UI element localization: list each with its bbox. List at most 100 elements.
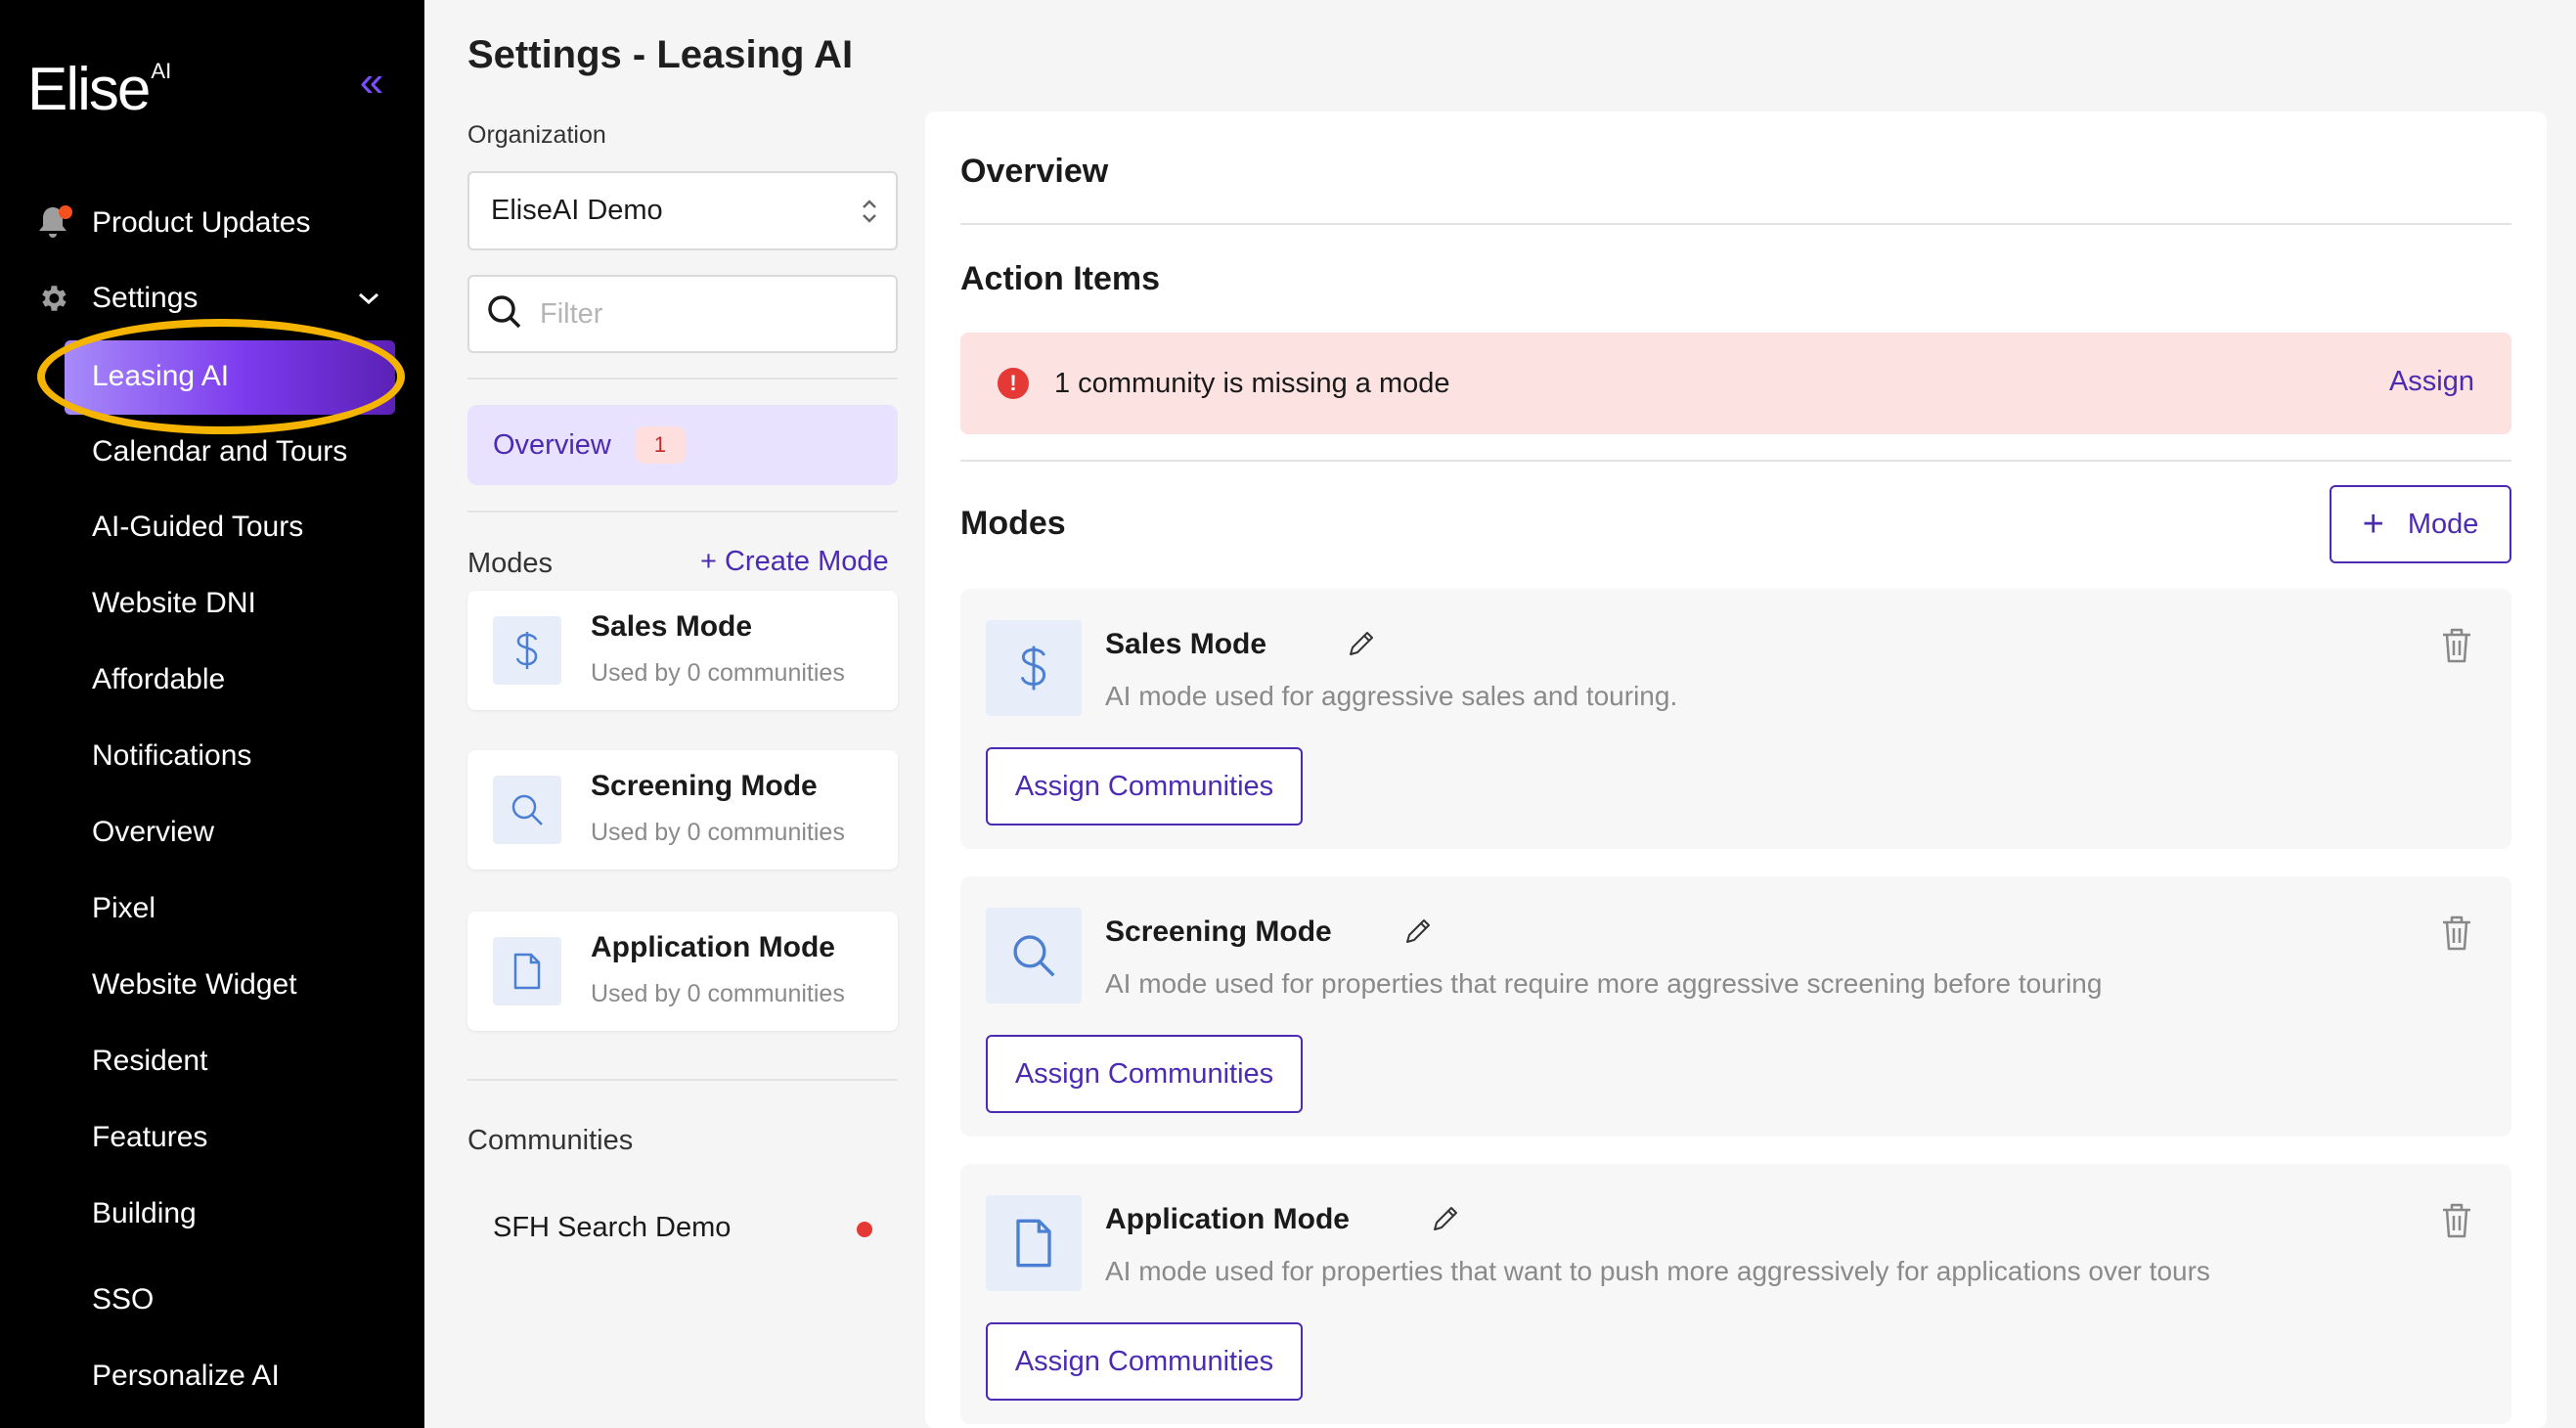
sidebar-item-features[interactable]: Features	[92, 1110, 207, 1165]
mode-title: Screening Mode	[591, 770, 818, 802]
assign-link[interactable]: Assign	[2389, 366, 2474, 398]
sidebar-item-label: Calendar and Tours	[92, 435, 348, 468]
settings-section-toggle[interactable]: Settings	[33, 271, 198, 326]
assign-communities-button[interactable]: Assign Communities	[986, 1035, 1303, 1113]
search-icon	[485, 292, 524, 336]
sidebar-item-label: Leasing AI	[92, 360, 230, 392]
divider	[960, 460, 2511, 462]
pencil-icon[interactable]	[1402, 915, 1436, 949]
sidebar-item-label: Website DNI	[92, 587, 256, 619]
modes-heading: Modes	[960, 505, 1066, 542]
sidebar-item-label: Pixel	[92, 892, 156, 924]
sidebar-item-website-dni[interactable]: Website DNI	[92, 576, 256, 631]
settings-label: Settings	[92, 282, 199, 314]
sidebar-item-label: AI-Guided Tours	[92, 511, 304, 543]
sidebar-item-personalize-ai[interactable]: Personalize AI	[92, 1349, 280, 1404]
gear-icon	[33, 279, 72, 318]
alert-text: 1 community is missing a mode	[1054, 367, 1450, 399]
add-mode-label: Mode	[2407, 508, 2479, 540]
sidebar-item-label: Affordable	[92, 663, 226, 695]
community-list-item[interactable]: SFH Search Demo	[467, 1193, 898, 1262]
mode-description: AI mode used for properties that want to…	[1105, 1256, 2210, 1286]
filter-input[interactable]	[540, 297, 872, 331]
overview-heading: Overview	[960, 153, 1109, 190]
double-chevron-left-icon: «	[359, 58, 384, 106]
filter-field[interactable]	[467, 275, 898, 353]
organization-select[interactable]: EliseAI Demo	[467, 171, 898, 250]
status-dot	[857, 1222, 872, 1237]
error-icon: !	[998, 368, 1029, 399]
count-badge: 1	[634, 426, 686, 464]
elise-logo[interactable]: EliseAI	[27, 55, 171, 124]
mode-title: Application Mode	[1105, 1203, 1350, 1235]
select-updown-icon	[861, 197, 878, 227]
trash-icon[interactable]	[2439, 626, 2474, 665]
pencil-icon[interactable]	[1430, 1203, 1463, 1236]
add-mode-button[interactable]: + Mode	[2330, 485, 2511, 563]
chevron-down-icon[interactable]	[352, 271, 385, 326]
sidebar-item-label: Resident	[92, 1045, 208, 1077]
mode-list-item-sales[interactable]: Sales Mode Used by 0 communities	[467, 591, 898, 710]
mode-usage: Used by 0 communities	[591, 980, 845, 1007]
organization-label: Organization	[467, 121, 606, 149]
sidebar-item-label: SSO	[92, 1283, 155, 1316]
divider	[960, 223, 2511, 225]
sidebar-item-label: Personalize AI	[92, 1360, 280, 1392]
sidebar-item-building[interactable]: Building	[92, 1186, 197, 1241]
mode-description: AI mode used for aggressive sales and to…	[1105, 681, 1678, 711]
mode-usage: Used by 0 communities	[591, 819, 845, 846]
community-name: SFH Search Demo	[493, 1211, 732, 1243]
organization-select-value: EliseAI Demo	[491, 195, 663, 226]
action-items-heading: Action Items	[960, 260, 1161, 297]
mode-title: Sales Mode	[591, 610, 753, 643]
trash-icon[interactable]	[2439, 1201, 2474, 1240]
mode-card-application: Application Mode AI mode used for proper…	[960, 1164, 2511, 1424]
mode-description: AI mode used for properties that require…	[1105, 968, 2103, 999]
search-icon	[493, 776, 561, 844]
sidebar-item-leasing-ai[interactable]: Leasing AI	[92, 349, 229, 404]
sidebar-item-notifications[interactable]: Notifications	[92, 729, 251, 783]
sidebar-item-pixel[interactable]: Pixel	[92, 881, 155, 936]
sidebar-item-label: Features	[92, 1121, 208, 1153]
document-icon	[986, 1195, 1082, 1291]
mode-list-item-application[interactable]: Application Mode Used by 0 communities	[467, 912, 898, 1031]
sidebar-item-affordable[interactable]: Affordable	[92, 652, 225, 707]
sidebar: EliseAI « Product Updates Settings Leasi…	[0, 0, 424, 1428]
modes-label: Modes	[467, 548, 554, 579]
sidebar-item-overview[interactable]: Overview	[92, 805, 214, 860]
sidebar-item-ai-guided-tours[interactable]: AI-Guided Tours	[92, 500, 303, 555]
assign-communities-button[interactable]: Assign Communities	[986, 1322, 1303, 1401]
sidebar-item-label: Overview	[92, 816, 215, 848]
sidebar-item-label: Building	[92, 1197, 197, 1229]
search-icon	[986, 908, 1082, 1004]
page-title: Settings - Leasing AI	[467, 33, 854, 76]
mode-list-item-screening[interactable]: Screening Mode Used by 0 communities	[467, 750, 898, 870]
divider	[467, 1079, 898, 1081]
document-icon	[493, 937, 561, 1005]
sidebar-item-sso[interactable]: SSO	[92, 1272, 154, 1327]
divider	[467, 378, 898, 379]
collapse-sidebar-button[interactable]: «	[352, 61, 391, 104]
mode-title: Sales Mode	[1105, 628, 1267, 660]
mode-usage: Used by 0 communities	[591, 659, 845, 687]
sidebar-item-label: Website Widget	[92, 968, 297, 1001]
logo-suffix: AI	[151, 59, 172, 84]
divider	[467, 511, 898, 513]
create-mode-link[interactable]: + Create Mode	[700, 546, 889, 578]
sidebar-item-website-widget[interactable]: Website Widget	[92, 958, 297, 1012]
trash-icon[interactable]	[2439, 914, 2474, 953]
mode-title: Screening Mode	[1105, 915, 1332, 948]
mode-card-screening: Screening Mode AI mode used for properti…	[960, 876, 2511, 1137]
bell-icon	[33, 203, 72, 243]
notification-dot	[59, 205, 72, 219]
logo-text: Elise	[27, 56, 151, 123]
overview-nav-item[interactable]: Overview 1	[467, 405, 898, 485]
sidebar-item-resident[interactable]: Resident	[92, 1034, 207, 1089]
product-updates-link[interactable]: Product Updates	[33, 196, 310, 250]
pencil-icon[interactable]	[1346, 628, 1379, 661]
assign-communities-button[interactable]: Assign Communities	[986, 747, 1303, 826]
missing-mode-alert: ! 1 community is missing a mode Assign	[960, 333, 2511, 434]
communities-label: Communities	[467, 1125, 634, 1156]
sidebar-item-calendar-and-tours[interactable]: Calendar and Tours	[92, 424, 347, 479]
overview-panel: Overview Action Items ! 1 community is m…	[925, 112, 2547, 1428]
